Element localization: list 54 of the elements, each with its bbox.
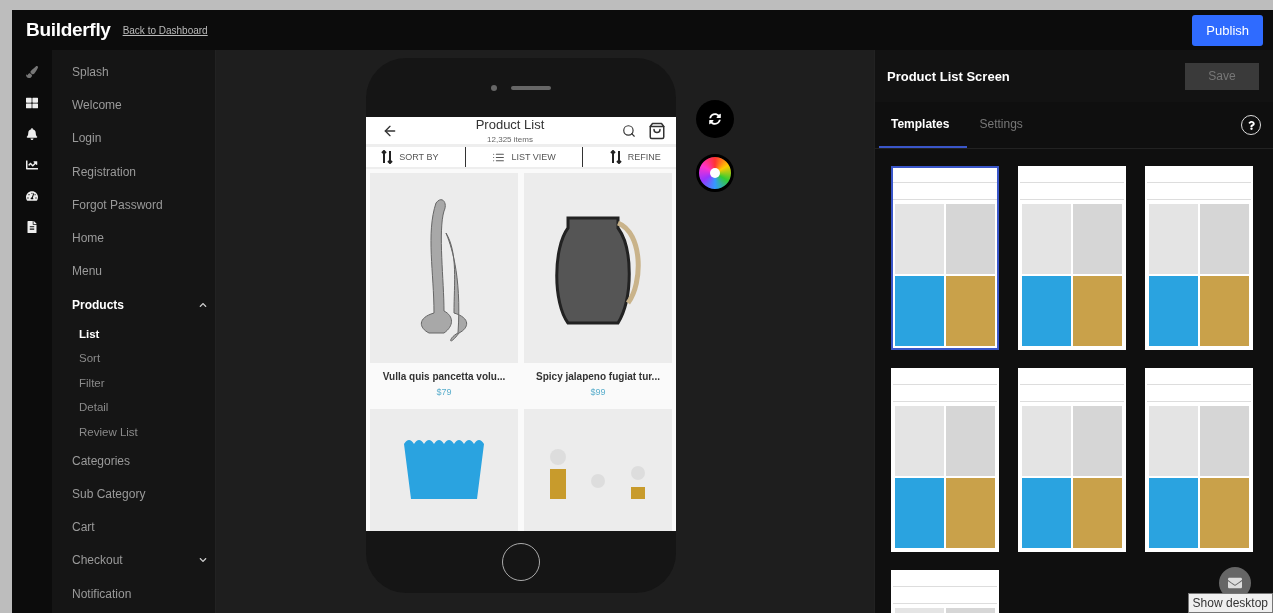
shopping-bag-icon[interactable] [648, 121, 666, 140]
file-icon[interactable] [26, 221, 38, 233]
nav-subitem[interactable]: Detail [72, 394, 215, 420]
builderfly-logo: Builderfly [26, 19, 111, 41]
refine-arrows-icon [609, 150, 622, 164]
product-name: Vulla quis pancetta volu... [382, 371, 506, 382]
toolbar-button[interactable]: SORT BY [377, 148, 443, 166]
nav-item[interactable]: Notification [72, 577, 215, 611]
item-count: 12,325 items [487, 135, 533, 144]
product-price: $79 [436, 387, 452, 397]
color-wheel-button[interactable] [696, 154, 734, 192]
nav-item[interactable]: Home [72, 221, 215, 255]
panel-title: Product List Screen [887, 68, 1010, 84]
product-name: Spicy jalapeno fugiat tur... [536, 371, 660, 382]
question-mark-icon [1246, 120, 1256, 130]
tooltip: Show desktop [1187, 593, 1273, 613]
envelope-icon [1228, 576, 1242, 590]
search-icon[interactable] [622, 123, 636, 138]
tab[interactable]: Templates [879, 102, 968, 148]
nav-subitem[interactable]: List [72, 321, 215, 346]
nav-item[interactable]: Splash [72, 55, 215, 89]
nav-item[interactable]: Login [72, 121, 215, 155]
refresh-icon [709, 113, 721, 125]
toolbar-button[interactable]: LIST VIEW [488, 148, 560, 166]
bell-icon[interactable] [26, 128, 38, 140]
nav-item[interactable]: Welcome [72, 88, 215, 122]
tab[interactable]: Settings [967, 102, 1041, 148]
nav-item[interactable]: Registration [72, 154, 215, 189]
nav-item[interactable]: Forgot Password [72, 188, 215, 222]
nav-item[interactable]: Products [72, 288, 215, 322]
brush-icon[interactable] [26, 66, 38, 78]
gauge-icon[interactable] [26, 190, 38, 202]
nav-item[interactable]: Sub Category [72, 477, 215, 511]
grid-icon[interactable] [26, 97, 38, 109]
nav-subitem[interactable]: Review List [72, 419, 215, 444]
nav-item[interactable]: Categories [72, 443, 215, 478]
chevron-down-icon [199, 556, 207, 565]
refresh-button[interactable] [696, 100, 734, 138]
speaker-slot [511, 85, 551, 90]
nav-item[interactable]: Menu [72, 254, 215, 289]
screen-title: Product List [475, 117, 545, 132]
sort-arrows-icon [381, 150, 394, 164]
nav-subitem[interactable]: Sort [72, 345, 215, 371]
toolbar-button[interactable]: REFINE [605, 148, 665, 166]
camera-dot [491, 84, 497, 91]
nav-item[interactable]: Cart [72, 510, 215, 544]
back-to-dashboard-link[interactable]: Back to Dashboard [122, 24, 208, 36]
template-thumbnail[interactable] [891, 166, 999, 350]
chevron-up-icon [199, 300, 207, 309]
nav-subitem[interactable]: Filter [72, 370, 215, 395]
nav-item[interactable]: Checkout [72, 543, 215, 578]
publish-button[interactable]: Publish [1192, 14, 1263, 46]
product-price: $99 [590, 387, 606, 397]
chart-icon[interactable] [26, 159, 38, 171]
